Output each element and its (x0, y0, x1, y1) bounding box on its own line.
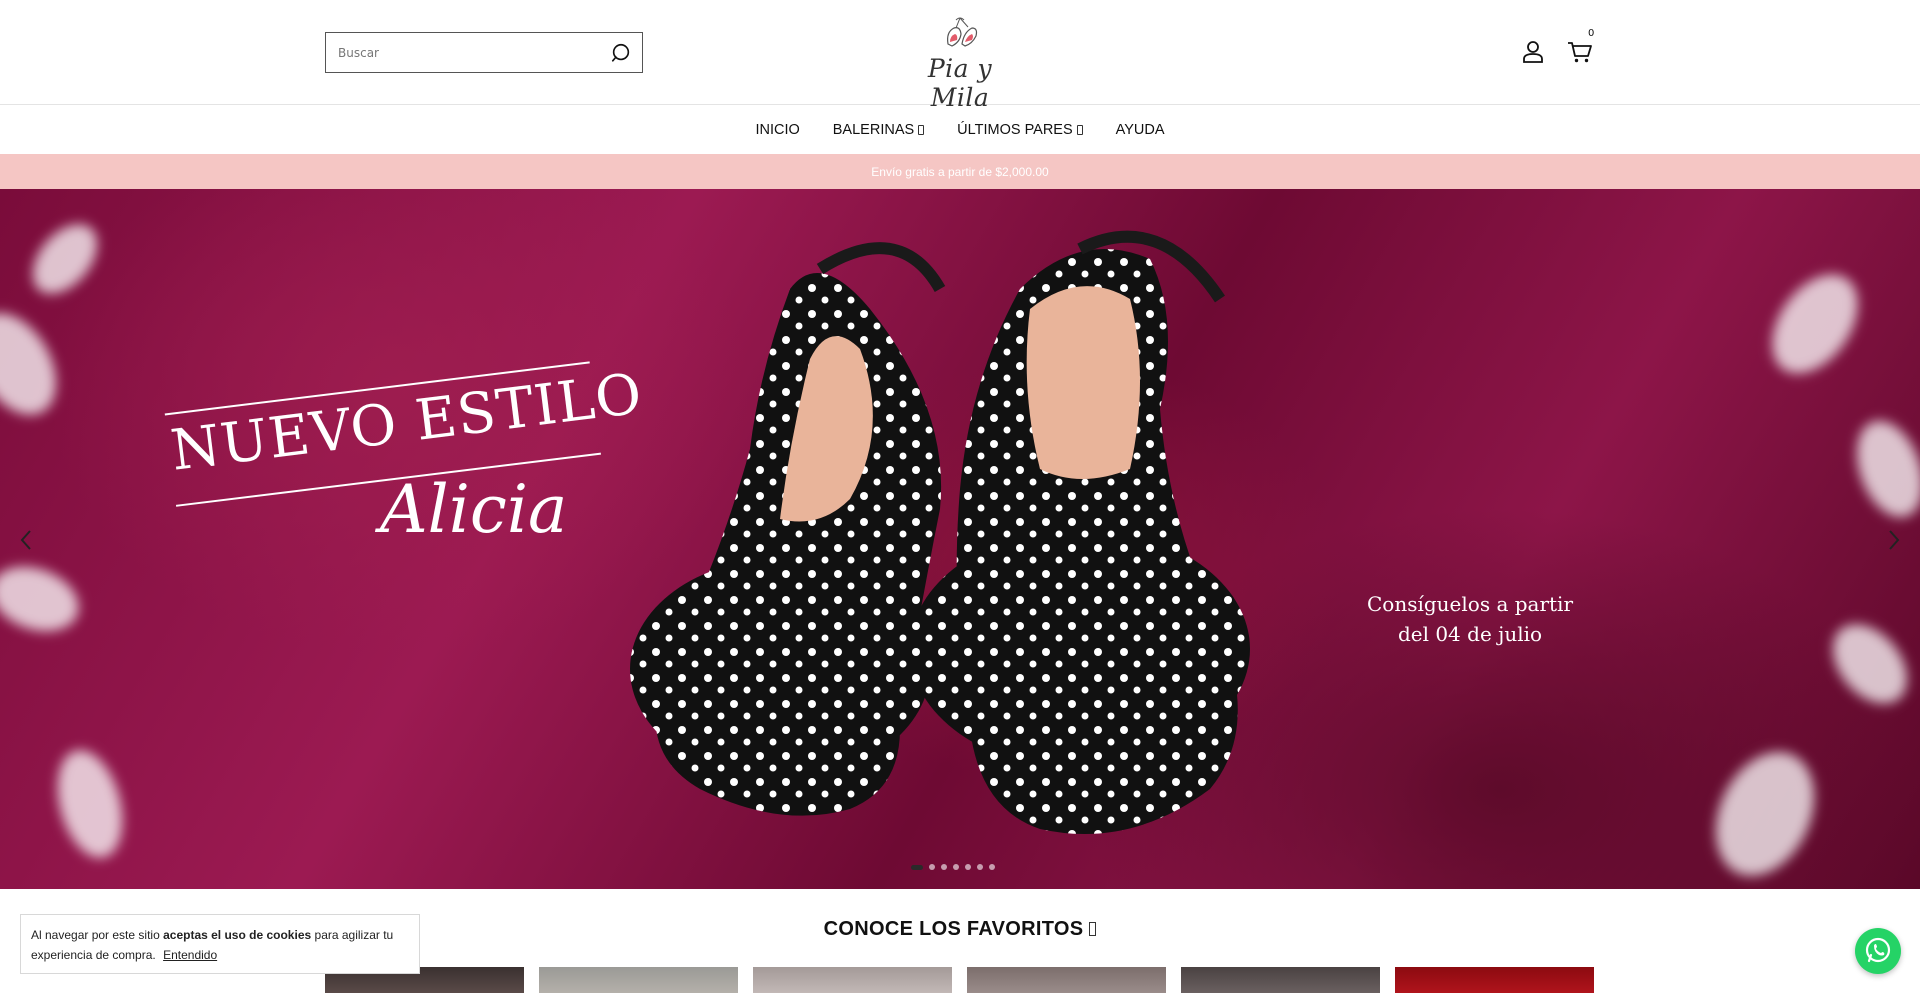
petal-decoration (0, 555, 88, 643)
petal-decoration (20, 212, 110, 306)
petal-decoration (1696, 736, 1834, 889)
petal-decoration (0, 298, 73, 430)
chevron-right-icon[interactable] (1882, 525, 1906, 555)
search-box (325, 32, 643, 73)
product-card[interactable] (539, 967, 738, 993)
carousel-dot[interactable] (989, 864, 995, 870)
whatsapp-icon (1865, 937, 1891, 963)
cookie-banner: Al navegar por este sitio aceptas el uso… (20, 914, 420, 974)
chevron-left-icon[interactable] (14, 525, 38, 555)
cart-count-badge: 0 (1588, 28, 1595, 39)
hero-headline-text: NUEVO ESTILO (167, 361, 646, 484)
search-input[interactable] (326, 33, 596, 72)
dropdown-icon (918, 125, 925, 135)
nav-item-label: INICIO (755, 122, 800, 138)
nav-item-inicio[interactable]: INICIO (755, 122, 799, 138)
carousel-dot[interactable] (911, 864, 923, 870)
search-icon[interactable] (610, 42, 632, 64)
dropdown-icon (1076, 125, 1083, 135)
favorites-title: CONOCE LOS FAVORITOS (823, 918, 1084, 940)
whatsapp-button[interactable] (1855, 928, 1901, 974)
cookie-text-bold: aceptas el uso de cookies (163, 928, 312, 942)
carousel-dot[interactable] (929, 864, 935, 870)
user-icon[interactable] (1522, 40, 1544, 64)
promo-bar: Envío gratis a partir de $2,000.00 (0, 154, 1920, 189)
carousel-dot[interactable] (941, 864, 947, 870)
carousel-dot[interactable] (965, 864, 971, 870)
logo-text: Pia y Mila (927, 54, 993, 112)
hero-shoes-image (630, 230, 1250, 834)
nav-item-ultimos-pares[interactable]: ÚLTIMOS PARES (957, 122, 1083, 138)
favorites-carousel (325, 967, 1595, 993)
nav-item-balerinas[interactable]: BALERINAS (832, 122, 925, 138)
hero-carousel: NUEVO ESTILO Alicia Consíguelos a partir… (0, 189, 1920, 889)
product-card[interactable] (967, 967, 1166, 993)
heart-icon (1089, 922, 1097, 936)
product-card[interactable] (1181, 967, 1380, 993)
carousel-dot[interactable] (977, 864, 983, 870)
carousel-dots (911, 864, 995, 870)
product-card[interactable] (1395, 967, 1594, 993)
petal-decoration (1844, 411, 1920, 527)
petal-decoration (1818, 610, 1920, 718)
promo-text: Envío gratis a partir de $2,000.00 (871, 164, 1049, 179)
site-header: Pia y Mila 0 (0, 0, 1920, 112)
availability-line: del 04 de julio (1397, 622, 1543, 646)
product-card[interactable] (753, 967, 952, 993)
hero-product-name: Alicia (380, 471, 568, 548)
nav-item-label: BALERINAS (832, 122, 915, 138)
ballet-shoes-icon (947, 17, 978, 47)
availability-line: Consíguelos a partir (1366, 592, 1574, 616)
hero-availability: Consíguelos a partir del 04 de julio (1340, 589, 1600, 649)
carousel-dot[interactable] (953, 864, 959, 870)
nav-item-ayuda[interactable]: AYUDA (1116, 122, 1165, 138)
cookie-text: Al navegar por este sitio (31, 928, 160, 942)
nav-item-label: ÚLTIMOS PARES (957, 122, 1073, 138)
petal-decoration (46, 743, 134, 865)
cookie-accept-link[interactable]: Entendido (163, 948, 217, 962)
petal-decoration (1754, 258, 1876, 390)
main-nav: INICIO BALERINAS ÚLTIMOS PARES AYUDA (0, 106, 1920, 154)
nav-item-label: AYUDA (1115, 122, 1165, 138)
cart-icon[interactable] (1567, 40, 1593, 64)
site-logo[interactable]: Pia y Mila (890, 14, 1030, 112)
